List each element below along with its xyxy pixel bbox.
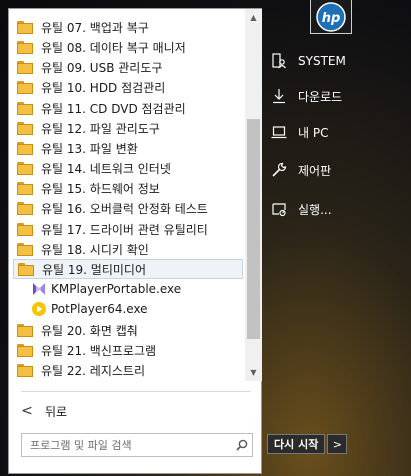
folder-icon — [17, 181, 33, 195]
program-folder-item[interactable]: 유틸 21. 백신프로그램 — [13, 340, 243, 360]
svg-text:hp: hp — [322, 11, 341, 26]
program-app-item[interactable]: PotPlayer64.exe — [13, 299, 243, 319]
back-label: 뒤로 — [45, 404, 68, 419]
user-folder-icon — [268, 53, 290, 69]
program-list-scrollbar[interactable]: ▲ ▼ — [245, 9, 262, 381]
program-item-label: KMPlayerPortable.exe — [51, 282, 182, 296]
wrench-icon — [268, 162, 290, 178]
search-box[interactable] — [21, 433, 253, 457]
computer-icon — [268, 124, 290, 140]
scroll-thumb[interactable] — [247, 119, 260, 339]
program-item-label: 유틸 12. 파일 관리도구 — [41, 121, 160, 136]
program-item-label: 유틸 09. USB 관리도구 — [41, 60, 163, 75]
program-item-label: 유틸 14. 네트워크 인터넷 — [41, 161, 171, 176]
program-app-item[interactable]: KMPlayerPortable.exe — [13, 279, 243, 299]
right-item-control-panel[interactable]: 제어판 — [268, 158, 331, 182]
potplayer-icon — [31, 301, 47, 317]
program-item-label: 유틸 22. 레지스트리 — [41, 363, 145, 378]
right-item-label: 실행... — [298, 202, 332, 217]
program-item-label: 유틸 11. CD DVD 점검관리 — [41, 101, 186, 116]
folder-icon — [17, 343, 33, 357]
folder-icon — [17, 60, 33, 74]
program-item-label: 유틸 19. 멀티미디어 — [42, 262, 146, 277]
program-item-label: 유틸 16. 오버클럭 안정화 테스트 — [41, 201, 208, 216]
scroll-up-button[interactable]: ▲ — [245, 9, 262, 26]
folder-icon — [17, 323, 33, 337]
program-item-label: 유틸 10. HDD 점검관리 — [41, 80, 166, 95]
back-button[interactable]: < 뒤로 — [15, 399, 67, 423]
program-folder-item[interactable]: 유틸 15. 하드웨어 정보 — [13, 178, 243, 198]
scroll-down-button[interactable]: ▼ — [245, 364, 262, 381]
shutdown-options-button[interactable]: > — [327, 434, 348, 454]
program-folder-item[interactable]: 유틸 07. 백업과 복구 — [13, 17, 243, 37]
program-folder-item[interactable]: 유틸 08. 데이타 복구 매니저 — [13, 37, 243, 57]
program-folder-item[interactable]: 유틸 17. 드라이버 관련 유틸리티 — [13, 219, 243, 239]
right-item-run[interactable]: 실행... — [268, 197, 332, 221]
folder-icon — [18, 262, 34, 276]
program-item-label: 유틸 18. 시디키 확인 — [41, 242, 149, 257]
folder-icon — [17, 141, 33, 155]
program-folder-item[interactable]: 유틸 12. 파일 관리도구 — [13, 118, 243, 138]
program-folder-item[interactable]: 유틸 20. 화면 캡춰 — [13, 320, 243, 340]
search-icon[interactable] — [232, 435, 252, 455]
download-icon — [268, 88, 290, 104]
program-item-label: 유틸 17. 드라이버 관련 유틸리티 — [41, 222, 208, 237]
search-input[interactable] — [22, 435, 232, 455]
kmplayer-icon — [31, 281, 47, 297]
program-item-label: 유틸 21. 백신프로그램 — [41, 343, 157, 358]
program-folder-item[interactable]: 유틸 16. 오버클럭 안정화 테스트 — [13, 198, 243, 218]
folder-icon — [17, 161, 33, 175]
restart-button[interactable]: 다시 시작 — [267, 434, 326, 454]
folder-icon — [17, 80, 33, 94]
right-item-label: 제어판 — [298, 163, 332, 178]
shutdown-group: 다시 시작 > — [267, 434, 348, 454]
program-item-label: 유틸 15. 하드웨어 정보 — [41, 181, 160, 196]
folder-icon — [17, 40, 33, 54]
folder-icon — [17, 201, 33, 215]
program-item-label: 유틸 07. 백업과 복구 — [41, 20, 149, 35]
program-folder-item[interactable]: 유틸 18. 시디키 확인 — [13, 239, 243, 259]
right-item-label: SYSTEM — [298, 54, 346, 68]
program-item-label: PotPlayer64.exe — [51, 302, 148, 316]
program-item-label: 유틸 13. 파일 변환 — [41, 141, 138, 156]
right-item-system[interactable]: SYSTEM — [268, 49, 346, 73]
run-icon — [268, 201, 290, 217]
right-item-label: 다운로드 — [298, 89, 343, 104]
folder-icon — [17, 20, 33, 34]
folder-icon — [17, 363, 33, 377]
program-folder-item[interactable]: 유틸 22. 레지스트리 — [13, 360, 243, 380]
program-list: 유틸 07. 백업과 복구유틸 08. 데이타 복구 매니저유틸 09. USB… — [9, 9, 245, 381]
program-folder-item[interactable]: 유틸 13. 파일 변환 — [13, 138, 243, 158]
user-picture-hp-logo[interactable]: hp — [310, 0, 352, 34]
program-folder-item[interactable]: 유틸 10. HDD 점검관리 — [13, 77, 243, 97]
folder-icon — [17, 101, 33, 115]
program-item-label: 유틸 08. 데이타 복구 매니저 — [41, 40, 186, 55]
menu-divider — [21, 391, 251, 392]
program-folder-item[interactable]: 유틸 09. USB 관리도구 — [13, 57, 243, 77]
program-item-label: 유틸 20. 화면 캡춰 — [41, 323, 138, 338]
right-item-this-pc[interactable]: 내 PC — [268, 120, 328, 144]
right-item-label: 내 PC — [298, 125, 329, 140]
right-item-downloads[interactable]: 다운로드 — [268, 84, 342, 108]
back-chevron-icon: < — [21, 403, 33, 419]
program-folder-item[interactable]: 유틸 19. 멀티미디어 — [13, 259, 243, 279]
start-menu-panel: 유틸 07. 백업과 복구유틸 08. 데이타 복구 매니저유틸 09. USB… — [8, 8, 262, 474]
program-folder-item[interactable]: 유틸 14. 네트워크 인터넷 — [13, 158, 243, 178]
folder-icon — [17, 121, 33, 135]
folder-icon — [17, 242, 33, 256]
program-folder-item[interactable]: 유틸 11. CD DVD 점검관리 — [13, 98, 243, 118]
folder-icon — [17, 222, 33, 236]
